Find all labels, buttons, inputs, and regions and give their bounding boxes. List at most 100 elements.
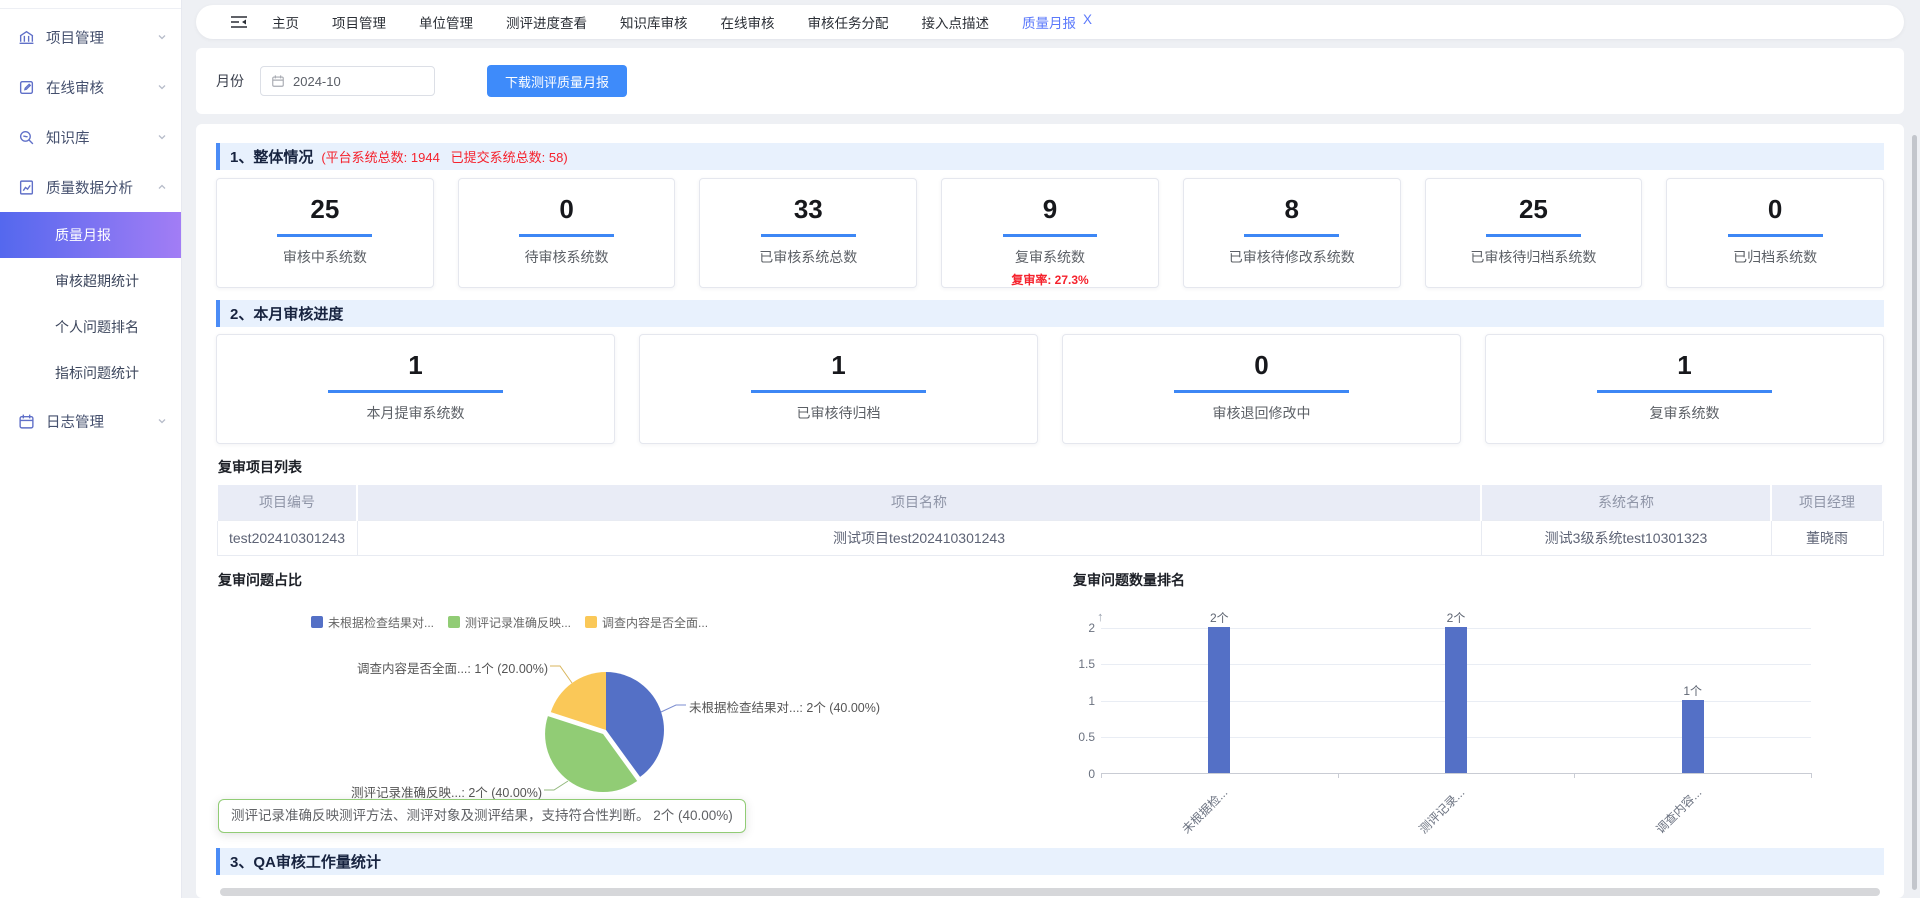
y-axis-arrow: ↑ (1097, 609, 1104, 624)
bar[interactable] (1208, 627, 1230, 773)
stat-underline (277, 234, 372, 237)
tab-knowledge-review[interactable]: 知识库审核 (620, 12, 688, 32)
stat-value: 9 (942, 194, 1158, 225)
stat-underline (328, 390, 503, 393)
magnifier-icon (18, 129, 35, 146)
submenu-item-review-overdue-stats[interactable]: 审核超期统计 (0, 258, 181, 304)
x-axis-category-label: 调查内容... (1652, 784, 1705, 837)
column-header: 项目编号 (217, 485, 357, 520)
stat-underline (1003, 234, 1098, 237)
filter-panel: 月份 2024-10 下载测评质量月报 (196, 48, 1904, 114)
review-rate-note: 复审率: 27.3% (942, 271, 1158, 288)
section-title: 3、QA审核工作量统计 (230, 851, 381, 872)
table-row: test202410301243 测试项目test202410301243 测试… (217, 520, 1883, 555)
stat-value: 1 (217, 350, 614, 381)
stat-card: 25 审核中系统数 (216, 178, 434, 288)
stat-value: 0 (459, 194, 675, 225)
stat-underline (1728, 234, 1823, 237)
submenu-item-quality-monthly-report[interactable]: 质量月报 (0, 212, 181, 258)
legend-item[interactable]: 未根据检查结果对... (311, 614, 434, 631)
y-axis-tick-label: 1 (1071, 694, 1095, 708)
month-picker-input[interactable]: 2024-10 (260, 66, 435, 96)
stat-label: 复审系统数 (942, 247, 1158, 267)
y-axis-tick-label: 0.5 (1071, 730, 1095, 744)
sidebar-item-online-review[interactable]: 在线审核 (0, 62, 181, 112)
pie-legend: 未根据检查结果对... 测评记录准确反映... 调查内容是否全面... (311, 614, 708, 631)
bar[interactable] (1682, 700, 1704, 773)
tab-access-point-desc[interactable]: 接入点描述 (922, 12, 990, 32)
bar-plot-area (1101, 628, 1811, 774)
stat-card: 1 复审系统数 (1485, 334, 1884, 444)
legend-label: 未根据检查结果对... (328, 614, 434, 631)
collapse-sidebar-icon[interactable] (230, 15, 248, 29)
section-header-month-progress: 2、本月审核进度 (216, 300, 1884, 327)
stat-card: 0 已归档系统数 (1666, 178, 1884, 288)
tab-eval-progress[interactable]: 测评进度查看 (506, 12, 587, 32)
legend-swatch (448, 616, 460, 628)
y-axis-tick-label: 2 (1071, 621, 1095, 635)
section-title: 1、整体情况 (230, 146, 313, 167)
tab-unit-management[interactable]: 单位管理 (419, 12, 473, 32)
calendar-icon (18, 413, 35, 430)
stat-card: 33 已审核系统总数 (699, 178, 917, 288)
stat-value: 0 (1667, 194, 1883, 225)
stat-card: 0 待审核系统数 (458, 178, 676, 288)
tab-review-task-assign[interactable]: 审核任务分配 (808, 12, 889, 32)
bar-chart-review-issue-ranking[interactable]: 复审问题数量排名 ↑ 00.511.522个未根据检...2个测评记录...1个… (1071, 568, 1884, 838)
stat-label: 复审系统数 (1486, 403, 1883, 423)
download-report-button[interactable]: 下载测评质量月报 (487, 65, 627, 97)
stat-card: 9 复审系统数 复审率: 27.3% (941, 178, 1159, 288)
sidebar-item-log-management[interactable]: 日志管理 (0, 396, 181, 446)
vertical-scrollbar[interactable] (1912, 135, 1917, 890)
pie-callout-label: 测评记录准确反映...: 2个 (40.00%) (351, 782, 542, 801)
horizontal-scrollbar[interactable] (220, 888, 1880, 896)
tab-home[interactable]: 主页 (272, 12, 299, 32)
sidebar-item-label: 项目管理 (46, 27, 104, 48)
cell-project-name: 测试项目test202410301243 (357, 520, 1481, 555)
pie-callout-label: 未根据检查结果对...: 2个 (40.00%) (689, 697, 880, 716)
active-tab-label: 质量月报 (1022, 12, 1076, 32)
submenu-item-personal-issue-ranking[interactable]: 个人问题排名 (0, 304, 181, 350)
chevron-down-icon (157, 32, 167, 42)
stat-label: 待审核系统数 (459, 247, 675, 267)
x-axis-tick (1338, 773, 1339, 778)
stat-underline (751, 390, 926, 393)
x-axis-tick (1811, 773, 1812, 778)
close-tab-icon[interactable]: X (1083, 12, 1092, 32)
edit-icon (18, 79, 35, 96)
tab-bar: 主页 项目管理 单位管理 测评进度查看 知识库审核 在线审核 审核任务分配 接入… (196, 5, 1904, 39)
x-axis-tick (1574, 773, 1575, 778)
stat-value: 1 (1486, 350, 1883, 381)
chevron-down-icon (157, 132, 167, 142)
section-header-overview: 1、整体情况 (平台系统总数: 1944 已提交系统总数: 58) (216, 143, 1884, 170)
cell-project-code: test202410301243 (217, 520, 357, 555)
sidebar-item-knowledge-base[interactable]: 知识库 (0, 112, 181, 162)
sidebar-item-project-management[interactable]: 项目管理 (0, 12, 181, 62)
bank-icon (18, 29, 35, 46)
stat-label: 已归档系统数 (1667, 247, 1883, 267)
review-table-title: 复审项目列表 (218, 457, 1884, 473)
tab-project-management[interactable]: 项目管理 (332, 12, 386, 32)
stat-value: 8 (1184, 194, 1400, 225)
stat-label: 已审核待修改系统数 (1184, 247, 1400, 267)
x-axis-category-label: 测评记录... (1415, 784, 1468, 837)
sidebar: 项目管理 在线审核 知识库 质量数据分析 质量月报 审核超期统计 个人问题排名 … (0, 0, 182, 898)
app-window: 项目管理 在线审核 知识库 质量数据分析 质量月报 审核超期统计 个人问题排名 … (0, 0, 1920, 898)
submenu-item-indicator-issue-stats[interactable]: 指标问题统计 (0, 350, 181, 396)
table-header-row: 项目编号 项目名称 系统名称 项目经理 (217, 485, 1883, 520)
sidebar-item-label: 日志管理 (46, 411, 104, 432)
stat-underline (519, 234, 614, 237)
tab-quality-monthly-report[interactable]: 质量月报 X (1022, 12, 1092, 32)
y-axis-tick-label: 1.5 (1071, 657, 1095, 671)
tab-online-review[interactable]: 在线审核 (721, 12, 775, 32)
section-title: 2、本月审核进度 (230, 303, 343, 324)
pie-chart-review-issue-share[interactable]: 复审问题占比 未根据检查结果对...测评记录准确反映...调查内容是否全面...… (216, 568, 1051, 838)
section-header-qa-workload: 3、QA审核工作量统计 (216, 848, 1884, 875)
stat-value: 25 (217, 194, 433, 225)
legend-item[interactable]: 调查内容是否全面... (585, 614, 708, 631)
stat-underline (1244, 234, 1339, 237)
sidebar-item-quality-data-analysis[interactable]: 质量数据分析 (0, 162, 181, 212)
bar[interactable] (1445, 627, 1467, 773)
legend-item[interactable]: 测评记录准确反映... (448, 614, 571, 631)
month-card-row: 1 本月提审系统数 1 已审核待归档 0 审核退回修改中 1 复审系统数 (216, 334, 1884, 444)
